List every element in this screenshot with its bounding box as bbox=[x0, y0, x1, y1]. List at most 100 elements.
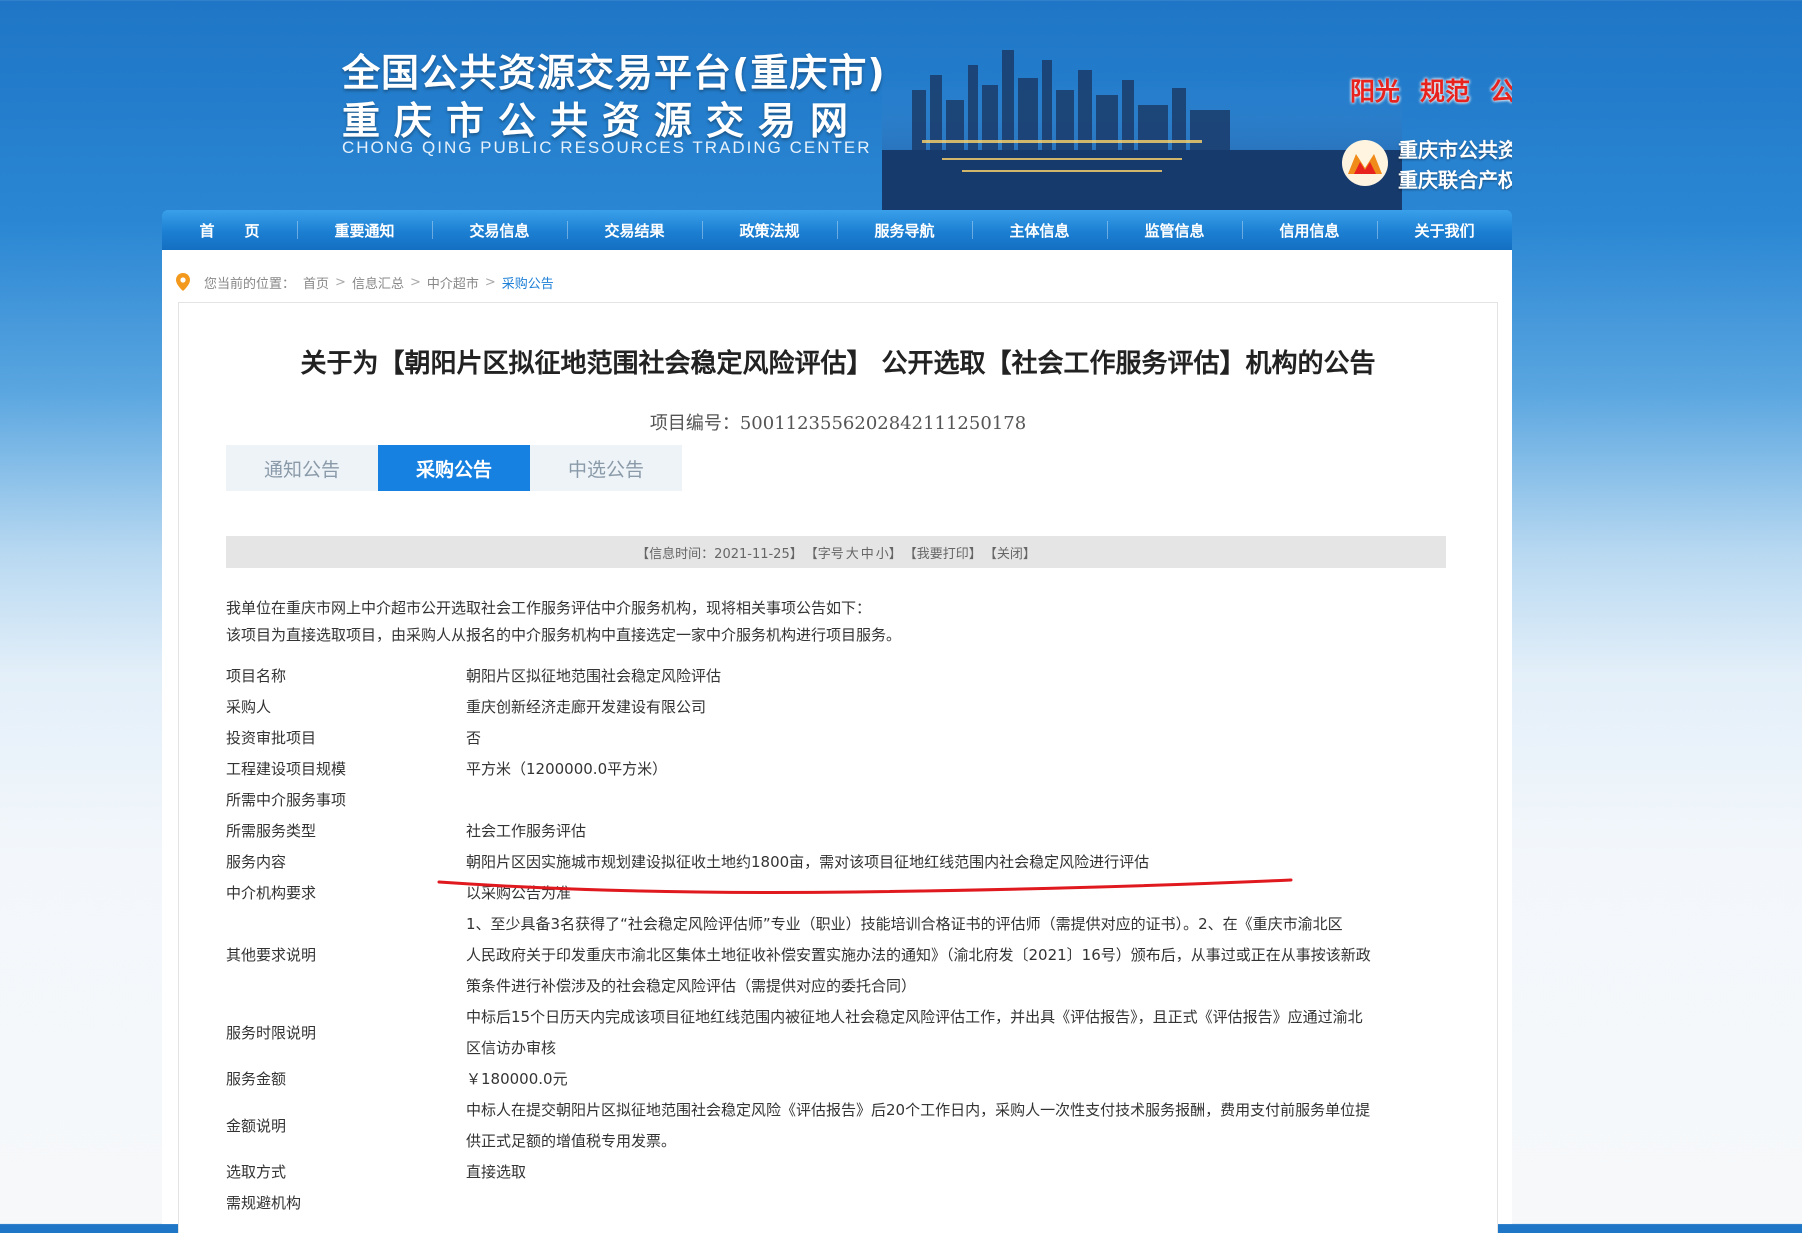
nav-item-supervision[interactable]: 监管信息 bbox=[1107, 210, 1242, 250]
row-label: 采购人 bbox=[226, 698, 272, 716]
location-pin-icon bbox=[176, 273, 190, 291]
slogan-text: 规范 bbox=[1420, 77, 1471, 106]
close-link[interactable]: 【关闭】 bbox=[984, 543, 1036, 562]
nav-item-entity-info[interactable]: 主体信息 bbox=[972, 210, 1107, 250]
row-value bbox=[466, 785, 1446, 816]
breadcrumb-current[interactable]: 采购公告 bbox=[502, 273, 554, 292]
row-label: 所需服务类型 bbox=[226, 822, 317, 840]
slogan-text: 公正 bbox=[1490, 77, 1512, 106]
font-size-label: 【字号 bbox=[804, 546, 844, 562]
row-label: 金额说明 bbox=[226, 1116, 287, 1135]
row-value: 1、至少具备3名获得了“社会稳定风险评估师”专业（职业）技能培训合格证书的评估师… bbox=[466, 909, 1446, 1002]
site-title-line1: 全国公共资源交易平台(重庆市) bbox=[342, 51, 886, 95]
site-title-line2: 重庆市公共资源交易网 bbox=[342, 99, 863, 143]
project-number: 项目编号：500112355620284211125017​8 bbox=[649, 413, 1027, 434]
info-time: 【信息时间：2021-11-25】 bbox=[636, 546, 803, 562]
row-value: 朝阳片区拟征地范围社会稳定风险评估 bbox=[466, 667, 722, 685]
row-value: 朝阳片区因实施城市规划建设拟征收土地约1800亩，需对该项目征地红线范围内社会稳… bbox=[466, 853, 1150, 871]
breadcrumb-separator: > bbox=[484, 274, 496, 290]
table-row: 服务时限说明 中标后15个日历天内完成该项目征地红线范围内被征地人社会稳定风险评… bbox=[226, 1002, 1446, 1064]
row-label: 服务内容 bbox=[226, 853, 287, 871]
tab-selected[interactable]: 中选公告 bbox=[530, 445, 682, 491]
main-nav: 首 页 重要通知 交易信息 交易结果 政策法规 服务导航 主体信息 监管信息 信… bbox=[162, 210, 1512, 250]
row-value: 重庆创新经济走廊开发建设有限公司 bbox=[466, 698, 707, 716]
table-row: 采购人 重庆创新经济走廊开发建设有限公司 bbox=[226, 692, 1446, 723]
notice-detail-table: 项目名称 朝阳片区拟征地范围社会稳定风险评估 采购人 重庆创新经济走廊开发建设有限公… bbox=[226, 661, 1446, 1219]
row-value-line: 供正式足额的增值税专用发票。 bbox=[466, 1132, 677, 1150]
row-value-line: 区信访办审核 bbox=[466, 1039, 557, 1057]
site-title-english: CHONG QING PUBLIC RESOURCES TRADING CENT… bbox=[342, 138, 872, 157]
row-value-line: 中标后15个日历天内完成该项目征地红线范围内被征地人社会稳定风险评估工作，并出具… bbox=[466, 1008, 1363, 1026]
font-large-link[interactable]: 大 bbox=[846, 543, 859, 562]
row-value: 平方米（1200000.0平方米） bbox=[466, 760, 668, 778]
row-value: ￥180000.0元 bbox=[466, 1070, 568, 1088]
header-banner: 全国公共资源交易平台(重庆市) 重庆市公共资源交易网 CHONG QING PU… bbox=[162, 0, 1512, 210]
print-link[interactable]: 【我要打印】 bbox=[904, 543, 982, 562]
nav-item-about[interactable]: 关于我们 bbox=[1377, 210, 1512, 250]
row-label: 投资审批项目 bbox=[226, 729, 317, 747]
nav-item-credit[interactable]: 信用信息 bbox=[1242, 210, 1377, 250]
row-value-line: 1、至少具备3名获得了“社会稳定风险评估师”专业（职业）技能培训合格证书的评估师… bbox=[466, 915, 1343, 933]
row-value: 否 bbox=[466, 729, 482, 747]
nav-item-policies[interactable]: 政策法规 bbox=[702, 210, 837, 250]
trading-center-logo bbox=[1342, 140, 1388, 186]
notice-panel: 关于为【朝阳片区拟征地范围社会稳定风险评估】 公开选取【社会工作服务评估】机构的… bbox=[178, 302, 1498, 1233]
row-label: 项目名称 bbox=[226, 667, 287, 685]
row-label: 服务时限说明 bbox=[226, 1023, 317, 1042]
page-title: 关于为【朝阳片区拟征地范围社会稳定风险评估】 公开选取【社会工作服务评估】机构的… bbox=[300, 349, 1376, 379]
table-row: 工程建设项目规模 平方米（1200000.0平方米） bbox=[226, 754, 1446, 785]
table-row: 金额说明 中标人在提交朝阳片区拟征地范围社会稳定风险《评估报告》后20个工作日内… bbox=[226, 1095, 1446, 1157]
org-name-line2: 重庆联合产权交易所集团 bbox=[1398, 168, 1512, 192]
row-label: 需规避机构 bbox=[226, 1194, 302, 1212]
row-label: 其他要求说明 bbox=[226, 946, 317, 964]
row-value: 中标人在提交朝阳片区拟征地范围社会稳定风险《评估报告》后20个工作日内，采购人一… bbox=[466, 1095, 1446, 1157]
nav-item-trading-info[interactable]: 交易信息 bbox=[432, 210, 567, 250]
breadcrumb-link-market[interactable]: 中介超市 bbox=[427, 273, 479, 292]
row-value: 直接选取 bbox=[466, 1163, 527, 1181]
nav-item-notices[interactable]: 重要通知 bbox=[297, 210, 432, 250]
breadcrumb-link-home[interactable]: 首页 bbox=[303, 273, 329, 292]
breadcrumb-link-info[interactable]: 信息汇总 bbox=[352, 273, 404, 292]
row-value: 中标后15个日历天内完成该项目征地红线范围内被征地人社会稳定风险评估工作，并出具… bbox=[466, 1002, 1446, 1064]
table-row: 需规避机构 bbox=[226, 1188, 1446, 1219]
organization-block: 重庆市公共资源交易中心 重庆联合产权交易所集团 bbox=[1340, 134, 1512, 198]
org-name-line1: 重庆市公共资源交易中心 bbox=[1398, 138, 1512, 162]
breadcrumb-separator: > bbox=[335, 274, 346, 290]
content-frame: 您当前的位置： 首页 > 信息汇总 > 中介超市 > 采购公告 关于为【朝阳片区… bbox=[162, 250, 1512, 1233]
red-underline-annotation bbox=[437, 878, 1293, 895]
nav-item-home[interactable]: 首 页 bbox=[162, 210, 297, 250]
row-value-line: 人民政府关于印发重庆市渝北区集体土地征收补偿安置实施办法的通知》（渝北府发〔20… bbox=[466, 946, 1371, 964]
row-label: 服务金额 bbox=[226, 1070, 287, 1088]
table-row: 项目名称 朝阳片区拟征地范围社会稳定风险评估 bbox=[226, 661, 1446, 692]
breadcrumb: 您当前的位置： 首页 > 信息汇总 > 中介超市 > 采购公告 bbox=[176, 270, 554, 294]
info-toolbar: 【信息时间：2021-11-25】 【字号 大 中 小】 【我要打印】 【关闭】 bbox=[226, 536, 1446, 568]
skyline-illustration bbox=[882, 50, 1402, 210]
tab-notice[interactable]: 通知公告 bbox=[226, 445, 378, 491]
table-row: 投资审批项目 否 bbox=[226, 723, 1446, 754]
table-row: 服务金额 ￥180000.0元 bbox=[226, 1064, 1446, 1095]
table-row: 所需中介服务事项 bbox=[226, 785, 1446, 816]
row-value-line: 中标人在提交朝阳片区拟征地范围社会稳定风险《评估报告》后20个工作日内，采购人一… bbox=[466, 1101, 1371, 1119]
row-value bbox=[466, 1188, 1446, 1219]
row-label: 工程建设项目规模 bbox=[226, 760, 347, 778]
table-row: 其他要求说明 1、至少具备3名获得了“社会稳定风险评估师”专业（职业）技能培训合… bbox=[226, 909, 1446, 1002]
row-label: 中介机构要求 bbox=[226, 884, 317, 902]
row-label: 选取方式 bbox=[226, 1163, 287, 1181]
notice-tabs: 通知公告 采购公告 中选公告 bbox=[226, 445, 682, 491]
breadcrumb-prefix: 您当前的位置： bbox=[204, 276, 296, 292]
intro-paragraph: 该项目为直接选取项目，由采购人从报名的中介服务机构中直接选定一家中介服务机构进行… bbox=[226, 626, 902, 644]
row-label: 所需中介服务事项 bbox=[226, 791, 347, 809]
nav-item-service-nav[interactable]: 服务导航 bbox=[837, 210, 972, 250]
nav-item-trading-results[interactable]: 交易结果 bbox=[567, 210, 702, 250]
font-medium-link[interactable]: 中 bbox=[861, 543, 874, 562]
breadcrumb-separator: > bbox=[409, 274, 421, 290]
slogan-text: 阳光 bbox=[1350, 77, 1401, 106]
tab-procurement[interactable]: 采购公告 bbox=[378, 445, 530, 491]
table-row: 所需服务类型 社会工作服务评估 bbox=[226, 816, 1446, 847]
row-value: 社会工作服务评估 bbox=[466, 822, 587, 840]
slogan-group: 阳光 规范 公正 高效 bbox=[1350, 72, 1512, 108]
font-small-link[interactable]: 小】 bbox=[876, 543, 902, 562]
table-row: 服务内容 朝阳片区因实施城市规划建设拟征收土地约1800亩，需对该项目征地红线范围… bbox=[226, 847, 1446, 878]
table-row: 选取方式 直接选取 bbox=[226, 1157, 1446, 1188]
row-value-line: 策条件进行补偿涉及的社会稳定风险评估（需提供对应的委托合同） bbox=[466, 977, 917, 995]
